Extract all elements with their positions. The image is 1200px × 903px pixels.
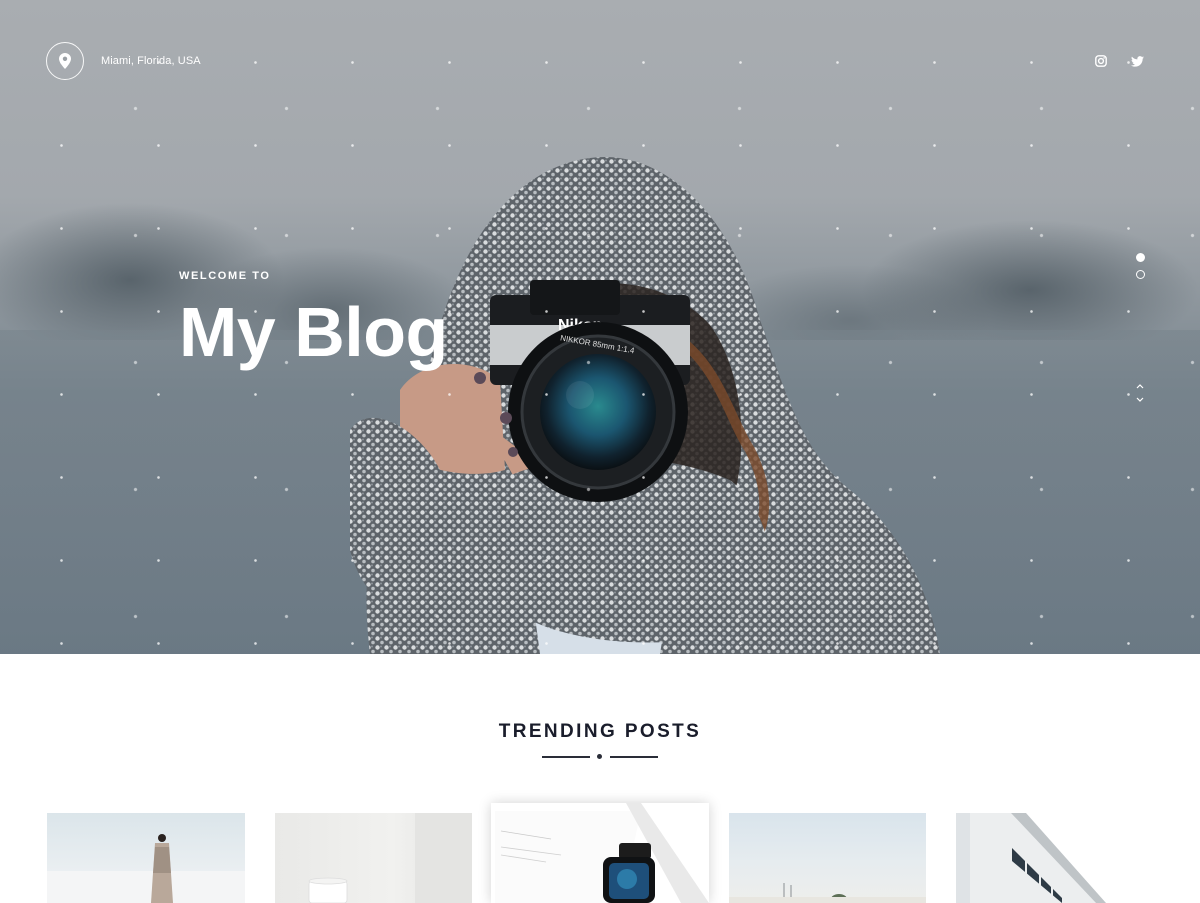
instagram-icon[interactable] xyxy=(1094,54,1108,68)
slider-dot-1[interactable] xyxy=(1136,253,1145,262)
location-text: Miami, Florida, USA xyxy=(101,55,201,67)
social-links xyxy=(1094,54,1144,68)
post-card-beach-horizon[interactable] xyxy=(729,813,926,903)
hero-kicker: WELCOME TO xyxy=(179,270,271,282)
post-card-smartwatch-flatlay[interactable] xyxy=(491,803,709,903)
slider-arrows xyxy=(1134,382,1146,404)
location-block: Miami, Florida, USA xyxy=(46,42,201,80)
twitter-icon[interactable] xyxy=(1130,54,1144,68)
title-divider xyxy=(542,754,658,760)
trending-posts-section: TRENDING POSTS xyxy=(0,654,1200,903)
slider-dot-2[interactable] xyxy=(1136,270,1145,279)
section-title: TRENDING POSTS xyxy=(498,721,702,742)
hero-slider: Nikon NIKKOR 85mm 1:1.4 Miami, Florida, … xyxy=(0,0,1200,654)
post-card-white-mug[interactable] xyxy=(275,813,472,903)
map-pin-icon[interactable] xyxy=(46,42,84,80)
hero-title: My Blog xyxy=(179,293,448,371)
post-card-woman-on-beach[interactable] xyxy=(47,813,245,903)
chevron-up-icon[interactable] xyxy=(1134,382,1146,390)
trending-posts-list xyxy=(47,803,1157,903)
chevron-down-icon[interactable] xyxy=(1134,396,1146,404)
post-card-modern-building[interactable] xyxy=(956,813,1154,903)
hero-heading-block: WELCOME TO My Blog xyxy=(179,270,448,376)
slider-pagination xyxy=(1136,253,1145,279)
